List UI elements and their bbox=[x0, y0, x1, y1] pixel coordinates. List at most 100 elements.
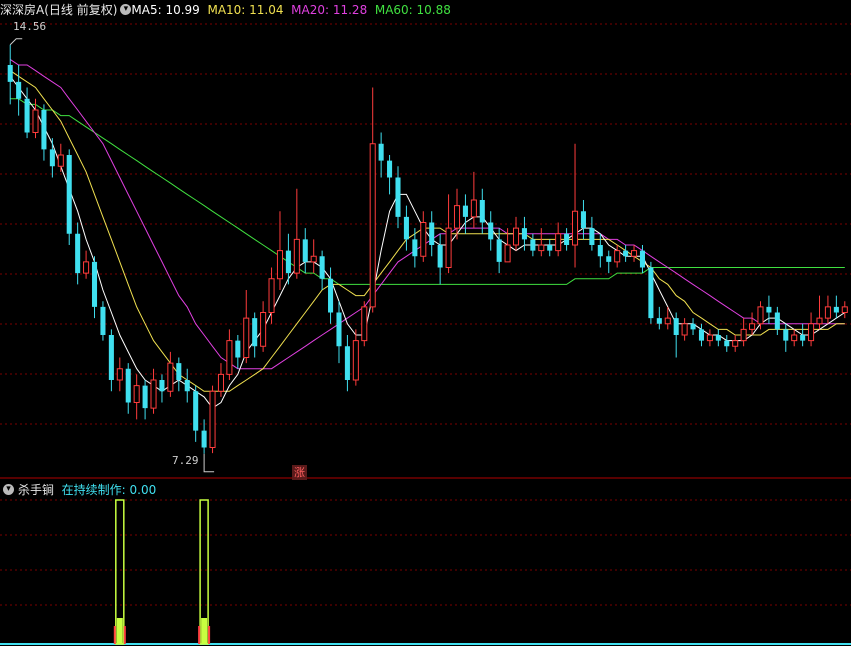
candle-body-down bbox=[100, 306, 106, 335]
stock-name[interactable]: 深深房A bbox=[0, 3, 44, 17]
ma20-line bbox=[9, 58, 845, 370]
candle-body-up bbox=[369, 143, 376, 308]
candle-body-down bbox=[589, 228, 595, 245]
indicator-signal-fill bbox=[201, 618, 208, 644]
indicator-name[interactable]: 杀手锏 bbox=[18, 483, 54, 497]
candle-body-down bbox=[302, 239, 308, 262]
candle-body-up bbox=[133, 385, 140, 403]
candle-body-down bbox=[24, 98, 30, 133]
candle-body-down bbox=[108, 335, 114, 380]
candle-body-down bbox=[336, 312, 342, 347]
candle-body-down bbox=[7, 65, 13, 82]
candle-body-up bbox=[555, 233, 562, 252]
candle-body-up bbox=[352, 340, 359, 381]
candle-body-up bbox=[83, 261, 90, 274]
candle-body-up bbox=[824, 306, 831, 319]
low-price-label: 7.29 bbox=[172, 454, 199, 467]
candle-body-down bbox=[783, 329, 789, 341]
candle-body-down bbox=[724, 340, 730, 347]
candle-body-up bbox=[504, 244, 511, 263]
candle-body-up bbox=[268, 278, 275, 313]
settings-circle-icon[interactable]: ▾ bbox=[120, 4, 132, 15]
chart-header: 深深房A(日线 前复权) ▾ MA5: 10.99 MA10: 11.04 MA20… bbox=[0, 2, 451, 18]
ma60-line bbox=[10, 98, 845, 285]
candle-body-up bbox=[167, 362, 174, 392]
candle-body-down bbox=[698, 329, 705, 341]
candle-body-up bbox=[571, 210, 579, 246]
candle-body-down bbox=[521, 228, 527, 240]
candle-body-down bbox=[235, 340, 241, 358]
candle-body-down bbox=[580, 211, 586, 229]
candle-body-up bbox=[757, 306, 764, 325]
candle-body-down bbox=[319, 256, 325, 279]
candle-body-down bbox=[201, 430, 207, 448]
indicator-header: ▾ 杀手锏 在持续制作: 0.00 bbox=[0, 482, 156, 498]
candle-body-up bbox=[226, 340, 233, 375]
candle-body-up bbox=[243, 317, 250, 358]
low-pointer bbox=[203, 453, 215, 473]
candle-body-down bbox=[715, 335, 721, 341]
candle-body-up bbox=[293, 238, 300, 274]
indicator-value: 在持续制作: 0.00 bbox=[61, 483, 157, 497]
candle-body-up bbox=[361, 306, 368, 342]
candle-body-down bbox=[49, 149, 55, 167]
candle-body-down bbox=[690, 323, 696, 330]
candle-body-up bbox=[260, 312, 267, 347]
candle-body-down bbox=[252, 318, 258, 347]
indicator-signal-base bbox=[198, 626, 201, 644]
candle-body-up bbox=[209, 390, 216, 448]
candle-body-up bbox=[816, 317, 823, 325]
candle-body-up bbox=[538, 244, 545, 252]
candle-body-up bbox=[453, 205, 461, 229]
candle-body-up bbox=[614, 250, 621, 263]
candle-body-up bbox=[732, 340, 739, 347]
ma20-label: MA20: 11.28 bbox=[291, 3, 368, 17]
ma10-line bbox=[9, 70, 845, 392]
candle-body-down bbox=[766, 306, 772, 313]
period-label: (日线 前复权) bbox=[44, 3, 118, 17]
kline-chart[interactable] bbox=[0, 0, 851, 646]
candle-body-up bbox=[808, 323, 815, 342]
candle-body-up bbox=[310, 255, 317, 263]
ma5-label: MA5: 10.99 bbox=[131, 3, 200, 17]
candle-body-down bbox=[378, 143, 384, 161]
candle-body-down bbox=[429, 222, 435, 245]
indicator-signal-base bbox=[208, 626, 211, 644]
candle-body-down bbox=[597, 245, 603, 257]
candle-body-down bbox=[656, 318, 662, 324]
candle-body-down bbox=[530, 239, 536, 251]
candle-body-down bbox=[125, 368, 131, 403]
candle-body-down bbox=[142, 385, 148, 409]
high-price-label: 14.56 bbox=[13, 20, 47, 33]
candle-body-up bbox=[791, 334, 798, 342]
candle-body-up bbox=[631, 250, 638, 257]
candle-body-down bbox=[648, 267, 654, 319]
candle-body-up bbox=[681, 323, 688, 336]
candle-body-up bbox=[740, 328, 747, 342]
candle-body-down bbox=[16, 81, 22, 99]
candle-body-down bbox=[462, 205, 468, 217]
limit-up-tag[interactable]: 涨 bbox=[292, 465, 307, 480]
candle-body-up bbox=[841, 306, 848, 313]
candle-body-up bbox=[116, 368, 123, 381]
candle-body-down bbox=[673, 318, 679, 335]
indicator-signal-fill bbox=[116, 618, 123, 644]
candle-body-up bbox=[470, 199, 477, 218]
candle-body-down bbox=[437, 245, 443, 268]
indicator-signal-base bbox=[113, 626, 116, 644]
candle-body-up bbox=[512, 227, 520, 246]
candle-body-down bbox=[159, 380, 165, 392]
candle-body-up bbox=[150, 379, 157, 409]
candle-body-down bbox=[344, 346, 350, 380]
ma10-label: MA10: 11.04 bbox=[207, 3, 284, 17]
candle-body-down bbox=[496, 239, 502, 262]
candle-body-up bbox=[445, 227, 452, 268]
candle-body-down bbox=[184, 380, 190, 392]
candle-body-down bbox=[606, 256, 612, 262]
indicator-settings-icon[interactable]: ▾ bbox=[3, 484, 14, 495]
candle-body-down bbox=[66, 155, 72, 234]
candle-body-down bbox=[193, 391, 199, 431]
indicator-signal-base bbox=[123, 626, 126, 644]
candle-body-down bbox=[91, 261, 98, 307]
candle-body-up bbox=[32, 109, 39, 133]
